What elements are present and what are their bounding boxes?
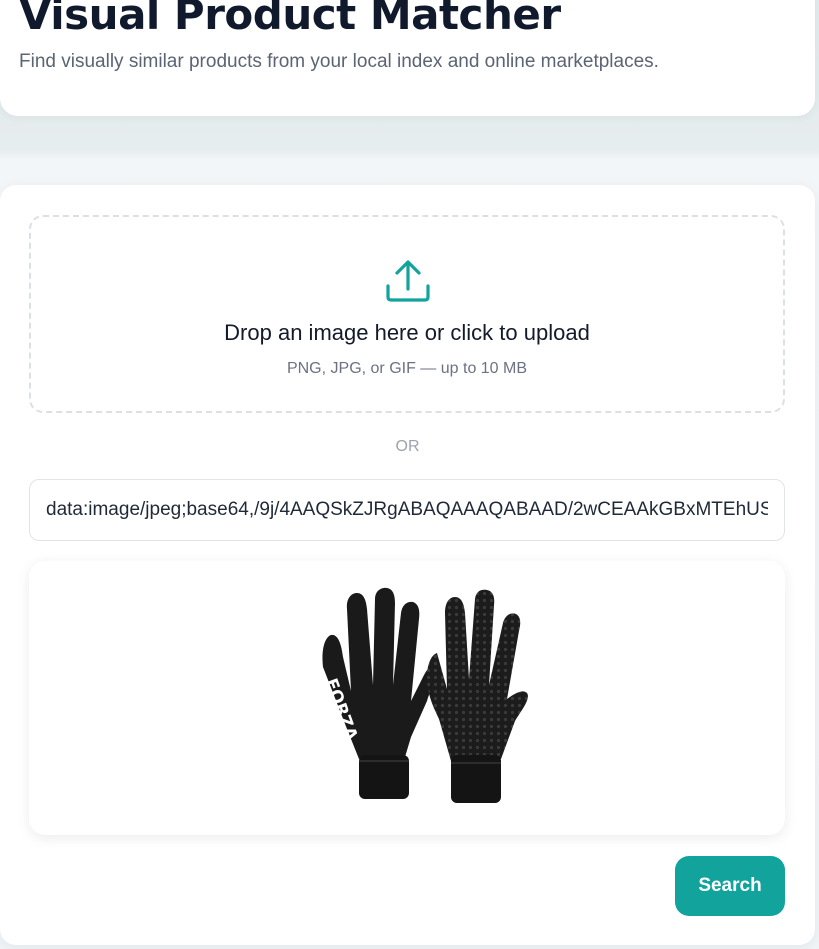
image-dropzone[interactable]: Drop an image here or click to upload PN… bbox=[29, 215, 785, 413]
main-card: Drop an image here or click to upload PN… bbox=[0, 185, 815, 945]
page-subtitle: Find visually similar products from your… bbox=[19, 51, 659, 72]
header-card: Visual Product Matcher Find visually sim… bbox=[0, 0, 815, 116]
search-button[interactable]: Search bbox=[675, 856, 785, 916]
dropzone-title: Drop an image here or click to upload bbox=[224, 320, 590, 345]
upload-icon bbox=[386, 260, 430, 302]
image-preview: FORZA bbox=[29, 561, 785, 835]
dropzone-hint: PNG, JPG, or GIF — up to 10 MB bbox=[286, 360, 528, 377]
preview-image-gloves: FORZA bbox=[271, 569, 545, 831]
or-divider: OR bbox=[395, 438, 420, 455]
page-title: Visual Product Matcher bbox=[19, 0, 561, 39]
image-url-input[interactable] bbox=[29, 479, 785, 541]
